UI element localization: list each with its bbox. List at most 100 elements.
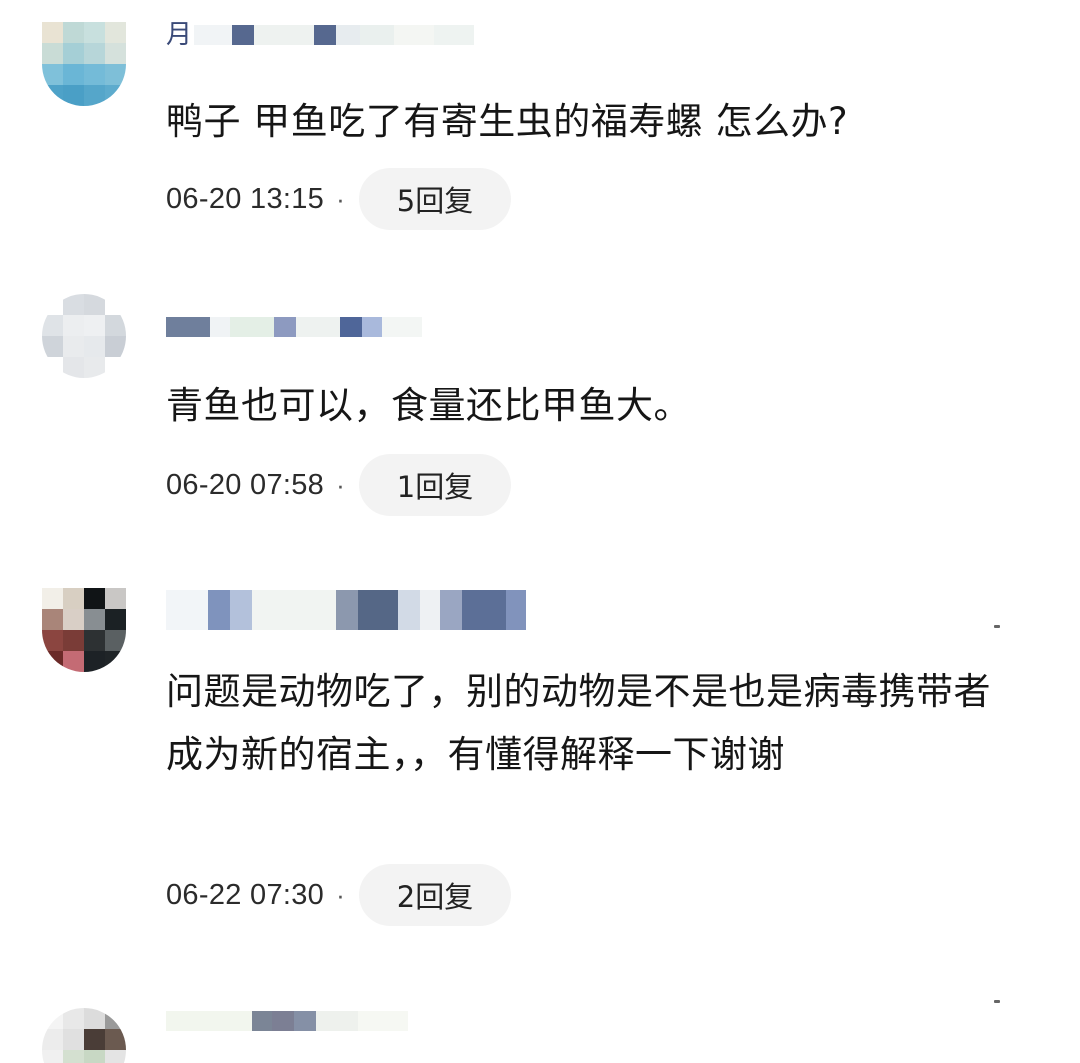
comment-item: 问题是动物吃了，别的动物是不是也是病毒携带者成为新的宿主，，有懂得解释一下谢谢 … — [0, 580, 1080, 960]
username[interactable] — [166, 314, 422, 340]
avatar-pixel — [105, 588, 126, 609]
avatar-pixel — [42, 336, 63, 357]
username-pixel — [462, 590, 506, 630]
avatar-pixel — [84, 315, 105, 336]
username[interactable] — [166, 1008, 408, 1034]
more-options-icon[interactable] — [994, 1000, 1000, 1003]
avatar-pixel — [84, 630, 105, 651]
username-pixel — [252, 590, 336, 630]
username-pixel — [336, 25, 361, 45]
meta-separator: · — [336, 469, 345, 500]
username-pixel — [420, 590, 440, 630]
comment-text: 鸭子 甲鱼吃了有寄生虫的福寿螺 怎么办? — [166, 100, 849, 143]
avatar-pixel — [63, 43, 84, 64]
comment-text: 青鱼也可以，食量还比甲鱼大。 — [166, 384, 691, 427]
username-pixel — [340, 317, 362, 337]
avatar-pixel — [63, 1008, 84, 1029]
username-pixel — [440, 590, 462, 630]
username-pixel — [434, 25, 475, 45]
username[interactable]: 月 — [166, 22, 475, 48]
username-pixel — [358, 1011, 408, 1031]
avatar-pixel — [84, 1050, 105, 1063]
avatar-pixel — [42, 85, 63, 106]
avatar-pixel — [63, 315, 84, 336]
avatar-pixel — [105, 336, 126, 357]
username-pixel — [398, 590, 420, 630]
avatar-pixel — [105, 1008, 126, 1029]
username-pixel — [314, 25, 337, 45]
avatar-pixel — [105, 64, 126, 85]
avatar-pixel — [105, 357, 126, 378]
comment-meta: 06-20 07:58 · 1回复 — [166, 454, 512, 516]
username-pixel — [296, 317, 340, 337]
avatar-pixel — [42, 357, 63, 378]
username-pixel — [252, 1011, 272, 1031]
meta-separator: · — [336, 879, 345, 910]
user-avatar[interactable] — [42, 294, 126, 378]
username-pixel — [166, 317, 210, 337]
avatar-pixel — [42, 294, 63, 315]
username[interactable] — [166, 590, 526, 630]
avatar-pixel — [105, 1029, 126, 1050]
username-pixel — [194, 25, 233, 45]
avatar-pixel — [84, 22, 105, 43]
avatar-pixel — [84, 336, 105, 357]
comment-meta: 06-20 13:15 · 5回复 — [166, 168, 512, 230]
username-pixel — [360, 25, 395, 45]
avatar-pixel — [84, 43, 105, 64]
avatar-pixel — [63, 22, 84, 43]
avatar-pixel — [63, 294, 84, 315]
avatar-pixel — [84, 64, 105, 85]
comment-item: 青鱼也可以，食量还比甲鱼大。 06-20 07:58 · 1回复 — [0, 290, 1080, 530]
user-avatar[interactable] — [42, 588, 126, 672]
avatar-pixel — [63, 588, 84, 609]
reply-count-button[interactable]: 2回复 — [358, 864, 512, 926]
avatar-pixel — [105, 85, 126, 106]
username-pixel — [506, 590, 526, 630]
username-pixel — [166, 1011, 252, 1031]
avatar-pixel — [105, 43, 126, 64]
user-avatar[interactable] — [42, 22, 126, 106]
avatar-pixel — [63, 630, 84, 651]
avatar-pixel — [63, 1029, 84, 1050]
avatar-pixel — [63, 64, 84, 85]
avatar-pixel — [84, 294, 105, 315]
more-options-icon[interactable] — [994, 625, 1000, 628]
avatar-pixel — [42, 64, 63, 85]
avatar-pixel — [105, 315, 126, 336]
username-pixel — [358, 590, 398, 630]
avatar-pixel — [42, 651, 63, 672]
avatar-pixel — [84, 588, 105, 609]
user-avatar[interactable] — [42, 1008, 126, 1063]
comment-list: 月 鸭子 甲鱼吃了有寄生虫的福寿螺 怎么办? 06-20 13:15 · 5回复 — [0, 0, 1080, 1063]
comment-timestamp: 06-22 07:30 — [166, 878, 325, 911]
reply-count-button[interactable]: 1回复 — [358, 454, 512, 516]
username-pixel — [230, 590, 252, 630]
meta-separator: · — [336, 183, 345, 214]
username-pixel — [232, 25, 255, 45]
username-pixel — [272, 1011, 294, 1031]
avatar-pixel — [84, 357, 105, 378]
avatar-pixel — [105, 609, 126, 630]
avatar-pixel — [42, 315, 63, 336]
avatar-pixel — [105, 651, 126, 672]
avatar-pixel — [63, 357, 84, 378]
avatar-pixel — [42, 43, 63, 64]
reply-count-button[interactable]: 5回复 — [358, 168, 512, 230]
avatar-pixel — [42, 1029, 63, 1050]
avatar-pixel — [84, 609, 105, 630]
username-pixel — [166, 590, 208, 630]
avatar-pixel — [63, 85, 84, 106]
avatar-pixel — [63, 336, 84, 357]
comment-timestamp: 06-20 07:58 — [166, 468, 325, 501]
username-pixel — [230, 317, 274, 337]
username-pixel — [294, 1011, 316, 1031]
username-pixel — [274, 317, 296, 337]
avatar-pixel — [84, 1029, 105, 1050]
username-pixel — [210, 317, 230, 337]
username-pixel — [362, 317, 382, 337]
username-pixel — [394, 25, 435, 45]
avatar-pixel — [105, 630, 126, 651]
avatar-pixel — [105, 1050, 126, 1063]
avatar-pixel — [105, 294, 126, 315]
